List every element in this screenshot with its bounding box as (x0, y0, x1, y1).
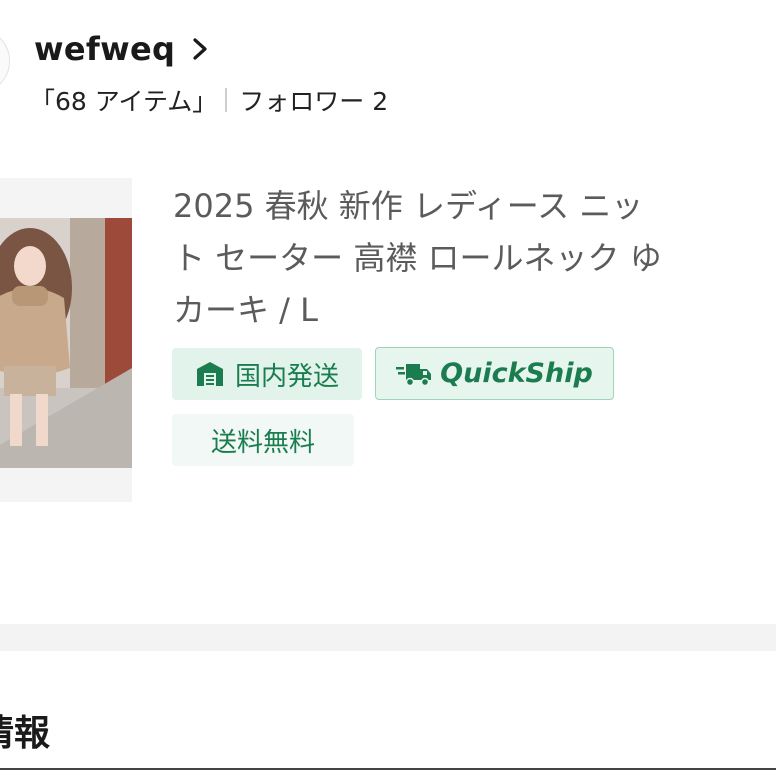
meta-divider (225, 88, 228, 112)
product-title-line-3: カーキ / L (173, 291, 318, 329)
warehouse-icon (196, 362, 223, 386)
section-divider (0, 624, 776, 651)
shop-link[interactable]: wefweq (34, 26, 211, 72)
product-title-line-1: 2025 春秋 新作 レディース ニッ (173, 187, 644, 225)
item-count[interactable]: 「68 アイテム」 (30, 82, 217, 118)
shop-avatar[interactable] (0, 28, 10, 94)
product-image[interactable] (0, 178, 132, 502)
free-shipping-badge: 送料無料 (172, 414, 354, 466)
shop-name: wefweq (34, 30, 176, 68)
delivery-truck-icon (396, 363, 432, 386)
product-photo (0, 218, 132, 468)
free-shipping-label: 送料無料 (210, 427, 315, 458)
product-title[interactable]: 2025 春秋 新作 レディース ニッ ト セーター 高襟 ロールネック ゆ カ… (173, 180, 763, 336)
chevron-right-icon (193, 38, 207, 60)
product-title-line-2: ト セーター 高襟 ロールネック ゆ (173, 239, 662, 277)
quickship-badge: QuickShip (375, 347, 614, 400)
section-title: 情報 (0, 713, 51, 754)
follower-count[interactable]: フォロワー 2 (239, 82, 388, 118)
page: wefweq 「68 アイテム」 フォロワー 2 2025 春秋 新作 レディー… (0, 0, 776, 776)
domestic-shipping-badge: 国内発送 (172, 348, 362, 400)
bottom-divider (0, 768, 776, 770)
shop-meta: 「68 アイテム」 フォロワー 2 (30, 82, 388, 118)
domestic-shipping-label: 国内発送 (234, 361, 339, 392)
quickship-label: QuickShip (440, 358, 593, 389)
